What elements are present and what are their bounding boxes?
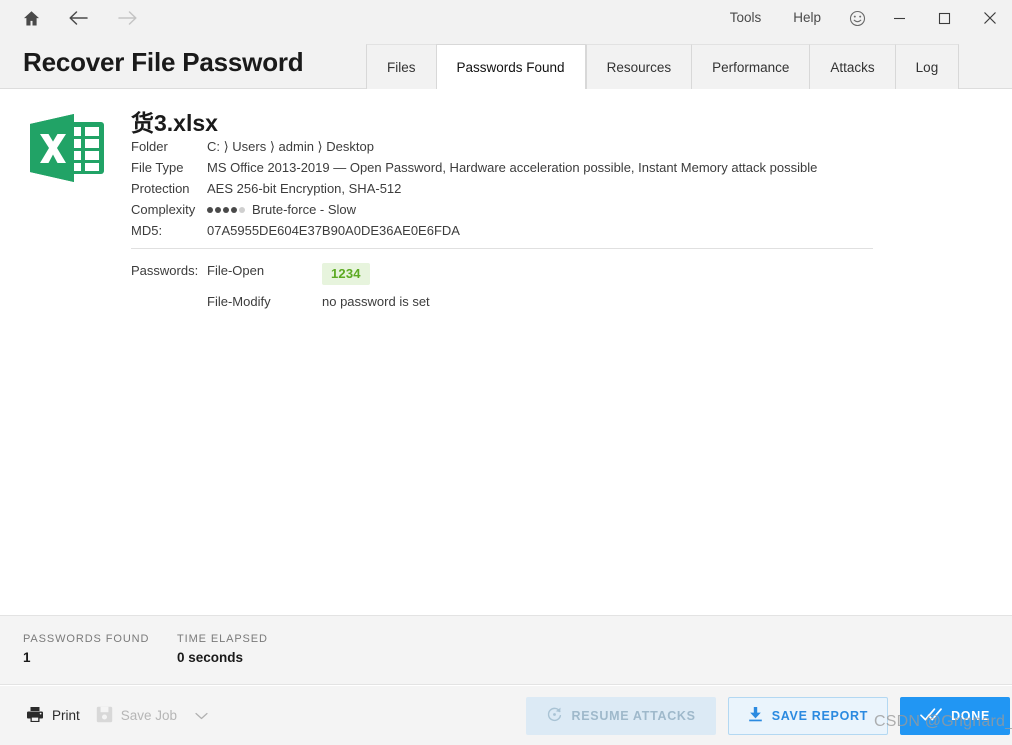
left-action-group: Print Save Job: [18, 686, 216, 745]
back-icon[interactable]: [66, 5, 92, 31]
tab-attacks[interactable]: Attacks: [809, 44, 895, 89]
done-button[interactable]: DONE: [900, 696, 1010, 735]
printer-icon: [26, 706, 44, 726]
file-details-table: Folder C: ⟩ Users ⟩ admin ⟩ Desktop File…: [131, 138, 817, 243]
minimize-icon[interactable]: [877, 0, 922, 36]
forward-icon: [114, 5, 140, 31]
close-icon[interactable]: [967, 0, 1012, 36]
app-header: Recover File Password Files Passwords Fo…: [0, 36, 1012, 90]
save-report-button[interactable]: SAVE REPORT: [727, 696, 889, 735]
save-report-label: SAVE REPORT: [771, 708, 869, 723]
tab-passwords-found[interactable]: Passwords Found: [435, 44, 586, 90]
complexity-dot: [215, 207, 221, 213]
excel-file-icon: [26, 106, 110, 190]
password-kind-file-open: File-Open: [207, 263, 265, 278]
complexity-text: Brute-force - Slow: [252, 202, 357, 217]
tab-log[interactable]: Log: [894, 44, 960, 89]
download-icon: [748, 706, 763, 725]
print-label: Print: [52, 708, 80, 723]
detail-label-complexity: Complexity: [131, 202, 196, 217]
title-bar: Tools Help: [0, 0, 1012, 36]
right-action-group: RESUME ATTACKS SAVE REPORT DONE: [525, 686, 1010, 745]
complexity-dot: [223, 207, 229, 213]
detail-value-protection: AES 256-bit Encryption, SHA-512: [207, 181, 402, 196]
detail-value-md5: 07A5955DE604E37B90A0DE36AE0E6FDA: [207, 223, 460, 238]
stat-value-passwords-found: 1: [23, 650, 31, 665]
titlebar-right-group: Tools Help: [714, 0, 1012, 36]
table-row: Passwords: File-Open 1234: [131, 263, 430, 294]
complexity-dot: [207, 207, 213, 213]
maximize-icon[interactable]: [922, 0, 967, 36]
password-value-badge[interactable]: 1234: [322, 263, 370, 285]
page-title: Recover File Password: [23, 47, 304, 77]
detail-value-filetype: MS Office 2013-2019 — Open Password, Har…: [207, 160, 818, 175]
detail-value-folder: C: ⟩ Users ⟩ admin ⟩ Desktop: [207, 139, 374, 154]
stat-passwords-found: PASSWORDS FOUND 1: [23, 633, 149, 665]
file-name: 货3.xlsx: [131, 110, 218, 136]
navigation-icons: [0, 5, 140, 31]
menu-help[interactable]: Help: [777, 0, 837, 36]
double-check-icon: [920, 707, 942, 725]
smiley-feedback-icon[interactable]: [837, 0, 877, 36]
resume-icon: [546, 706, 563, 726]
menu-tools[interactable]: Tools: [714, 0, 778, 36]
detail-row-protection: Protection AES 256-bit Encryption, SHA-5…: [131, 180, 817, 201]
detail-label-filetype: File Type: [131, 160, 184, 175]
stat-label-time-elapsed: TIME ELAPSED: [177, 633, 268, 645]
action-bar: Print Save Job RESUME ATTACKS SAVE REPOR…: [0, 686, 1012, 745]
complexity-dot-empty: [239, 207, 245, 213]
passwords-heading: Passwords:: [131, 263, 199, 278]
table-row: File-Modify no password is set: [131, 294, 430, 319]
save-job-button: Save Job: [88, 700, 216, 732]
resume-attacks-button: RESUME ATTACKS: [525, 696, 716, 735]
detail-row-complexity: Complexity Brute-force - Slow: [131, 201, 817, 222]
detail-row-folder: Folder C: ⟩ Users ⟩ admin ⟩ Desktop: [131, 138, 817, 159]
complexity-dot: [231, 207, 237, 213]
tab-bar: Files Passwords Found Resources Performa…: [366, 44, 960, 90]
main-content: 货3.xlsx Folder C: ⟩ Users ⟩ admin ⟩ Desk…: [0, 90, 1012, 615]
status-bar: PASSWORDS FOUND 1 TIME ELAPSED 0 seconds: [0, 615, 1012, 685]
stat-time-elapsed: TIME ELAPSED 0 seconds: [177, 633, 268, 665]
tab-performance[interactable]: Performance: [691, 44, 810, 89]
section-divider: [131, 248, 873, 249]
resume-attacks-label: RESUME ATTACKS: [571, 708, 696, 723]
floppy-disk-icon: [96, 706, 113, 726]
detail-label-folder: Folder: [131, 139, 168, 154]
tab-files[interactable]: Files: [366, 44, 436, 89]
stat-value-time-elapsed: 0 seconds: [177, 650, 244, 665]
detail-row-filetype: File Type MS Office 2013-2019 — Open Pas…: [131, 159, 817, 180]
password-value-none: no password is set: [322, 294, 430, 309]
home-icon[interactable]: [18, 5, 44, 31]
save-job-label: Save Job: [120, 708, 178, 723]
chevron-down-icon[interactable]: [195, 708, 208, 723]
complexity-rating-dots: [207, 207, 245, 213]
print-button[interactable]: Print: [18, 700, 88, 732]
done-label: DONE: [951, 708, 990, 723]
password-kind-file-modify: File-Modify: [207, 294, 271, 309]
stat-label-passwords-found: PASSWORDS FOUND: [23, 633, 150, 645]
detail-row-md5: MD5: 07A5955DE604E37B90A0DE36AE0E6FDA: [131, 222, 817, 243]
detail-label-md5: MD5:: [131, 223, 163, 238]
detail-value-complexity: Brute-force - Slow: [207, 201, 817, 222]
passwords-table: Passwords: File-Open 1234 File-Modify no…: [131, 263, 430, 319]
detail-label-protection: Protection: [131, 181, 190, 196]
passwords-heading-spacer: [131, 294, 207, 319]
app-window: Tools Help Recover File Password Files P…: [0, 0, 1012, 745]
tab-resources[interactable]: Resources: [585, 44, 692, 89]
password-value-cell: 1234: [322, 263, 430, 294]
